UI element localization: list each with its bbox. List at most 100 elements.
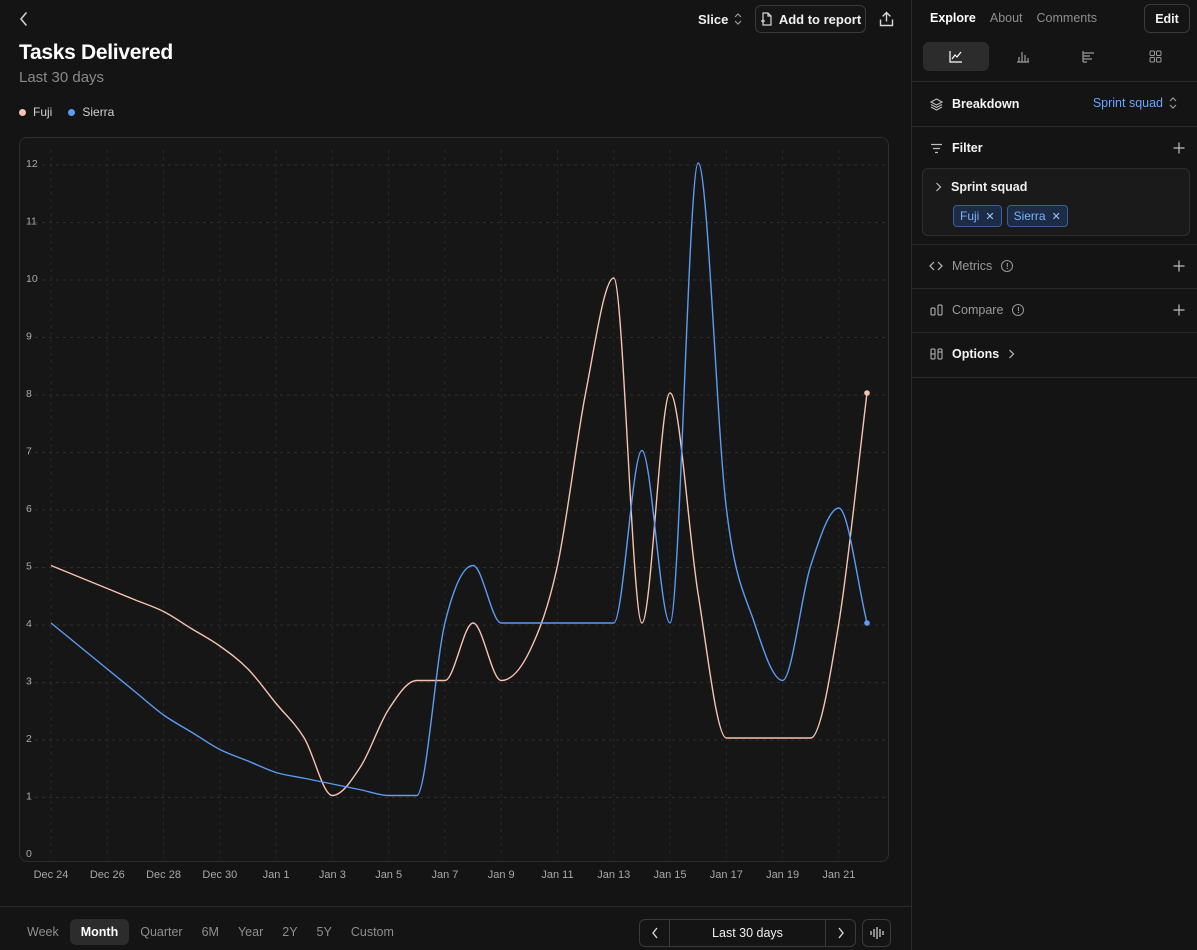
sidebar-tabs: Explore About Comments (930, 11, 1097, 25)
x-tick-label: Jan 5 (375, 869, 402, 881)
breakdown-label: Breakdown (952, 97, 1020, 111)
waveform-button[interactable] (862, 919, 891, 947)
x-tick-label: Jan 7 (431, 869, 458, 881)
y-tick-label: 4 (26, 618, 32, 630)
layers-icon (929, 97, 943, 111)
options-header: Options (929, 347, 1015, 361)
range-tab-month[interactable]: Month (69, 919, 130, 945)
x-tick-label: Dec 30 (202, 869, 237, 881)
main-panel: Slice Add to report Tasks Delivered Last… (0, 0, 911, 950)
options-section[interactable]: Options (912, 332, 1197, 378)
tab-comments[interactable]: Comments (1037, 11, 1097, 25)
x-tick-label: Dec 28 (146, 869, 181, 881)
y-tick-label: 7 (26, 446, 32, 458)
close-icon[interactable]: ✕ (1052, 210, 1061, 223)
y-tick-label: 5 (26, 561, 32, 573)
filter-header: Filter (929, 141, 983, 155)
chevron-left-icon (651, 927, 658, 939)
viz-bar-button[interactable] (990, 42, 1056, 71)
range-tab-quarter[interactable]: Quarter (132, 919, 190, 945)
plus-icon (1173, 304, 1185, 316)
filter-group-toggle[interactable]: Sprint squad (935, 180, 1027, 194)
info-icon[interactable]: ! (1001, 260, 1014, 272)
metrics-icon (929, 259, 943, 273)
viz-horizontal-bar-button[interactable] (1056, 42, 1122, 71)
filter-chips: Fuji ✕ Sierra ✕ (953, 205, 1068, 227)
metrics-header: Metrics ! (929, 259, 1014, 273)
range-tab-2y[interactable]: 2Y (274, 919, 305, 945)
y-tick-label: 6 (26, 503, 32, 515)
waveform-icon (869, 927, 884, 939)
x-tick-label: Jan 17 (710, 869, 743, 881)
options-icon (929, 347, 943, 361)
viz-line-button[interactable] (923, 42, 989, 71)
range-tab-5y[interactable]: 5Y (309, 919, 340, 945)
x-tick-label: Jan 11 (541, 869, 573, 881)
range-tab-custom[interactable]: Custom (343, 919, 402, 945)
chevron-right-icon (1009, 349, 1015, 359)
compare-icon (929, 303, 943, 317)
series-endpoint-fuji[interactable] (864, 390, 870, 396)
range-tabs: Week Month Quarter 6M Year 2Y 5Y Custom (19, 919, 405, 945)
breakdown-select[interactable]: Sprint squad (1093, 96, 1177, 110)
plus-icon (1173, 142, 1185, 154)
tab-about[interactable]: About (990, 11, 1023, 25)
chevron-right-icon (837, 927, 844, 939)
filter-card: Sprint squad Fuji ✕ Sierra ✕ (922, 168, 1190, 236)
x-tick-label: Dec 24 (34, 869, 69, 881)
metrics-label: Metrics (952, 259, 993, 273)
range-tab-6m[interactable]: 6M (194, 919, 227, 945)
info-icon[interactable]: ! (1012, 304, 1025, 316)
add-metric-button[interactable] (1172, 259, 1186, 273)
x-tick-label: Jan 21 (822, 869, 855, 881)
y-tick-label: 12 (26, 158, 38, 170)
viz-grid-button[interactable] (1123, 42, 1189, 71)
options-label: Options (952, 347, 1000, 361)
x-tick-label: Jan 3 (319, 869, 346, 881)
y-tick-label: 11 (26, 216, 37, 228)
line-chart[interactable]: 0123456789101112Dec 24 Dec 26 Dec 28 Dec 30… (0, 0, 911, 900)
tab-explore[interactable]: Explore (930, 11, 976, 25)
updown-chevron-icon (1169, 97, 1177, 109)
x-tick-label: Jan 19 (766, 869, 799, 881)
close-icon[interactable]: ✕ (985, 210, 994, 223)
x-tick-label: Jan 15 (654, 869, 687, 881)
add-filter-button[interactable] (1172, 141, 1186, 155)
horizontal-bar-icon (1082, 51, 1094, 63)
filter-chip-label: Sierra (1013, 209, 1046, 223)
filter-chip-sierra: Sierra ✕ (1006, 205, 1068, 227)
period-navigator: Last 30 days (639, 919, 856, 947)
y-tick-label: 8 (26, 388, 32, 400)
y-tick-label: 10 (26, 273, 38, 285)
series-endpoint-sierra[interactable] (864, 620, 870, 626)
series-line-sierra[interactable] (50, 162, 868, 797)
line-chart-icon (949, 51, 962, 63)
grid-icon (1149, 50, 1162, 63)
range-tab-year[interactable]: Year (230, 919, 271, 945)
plus-icon (1173, 260, 1185, 272)
add-compare-button[interactable] (1172, 303, 1186, 317)
filter-chip-label: Fuji (960, 209, 980, 223)
series-line-fuji[interactable] (50, 277, 868, 797)
compare-section: Compare ! (912, 288, 1197, 333)
filter-label: Filter (952, 141, 983, 155)
bottom-bar: Week Month Quarter 6M Year 2Y 5Y Custom Last 30… (0, 906, 911, 950)
metrics-section: Metrics ! (912, 244, 1197, 289)
edit-button[interactable]: Edit (1144, 4, 1190, 33)
visualization-switcher (923, 42, 1189, 71)
period-label[interactable]: Last 30 days (670, 926, 825, 940)
breakdown-value: Sprint squad (1092, 96, 1163, 110)
period-next-button[interactable] (825, 920, 855, 946)
y-tick-label: 2 (26, 733, 32, 745)
chevron-right-icon (936, 182, 942, 192)
breakdown-header: Breakdown (929, 97, 1019, 111)
y-tick-label: 1 (26, 791, 32, 803)
range-tab-week[interactable]: Week (19, 919, 67, 945)
compare-header: Compare ! (929, 303, 1025, 317)
filter-group-label: Sprint squad (951, 180, 1028, 194)
bar-chart-icon (1016, 52, 1029, 63)
y-tick-label: 0 (26, 848, 32, 860)
period-prev-button[interactable] (640, 920, 670, 946)
x-tick-label: Jan 9 (488, 869, 515, 881)
compare-label: Compare (952, 303, 1004, 317)
